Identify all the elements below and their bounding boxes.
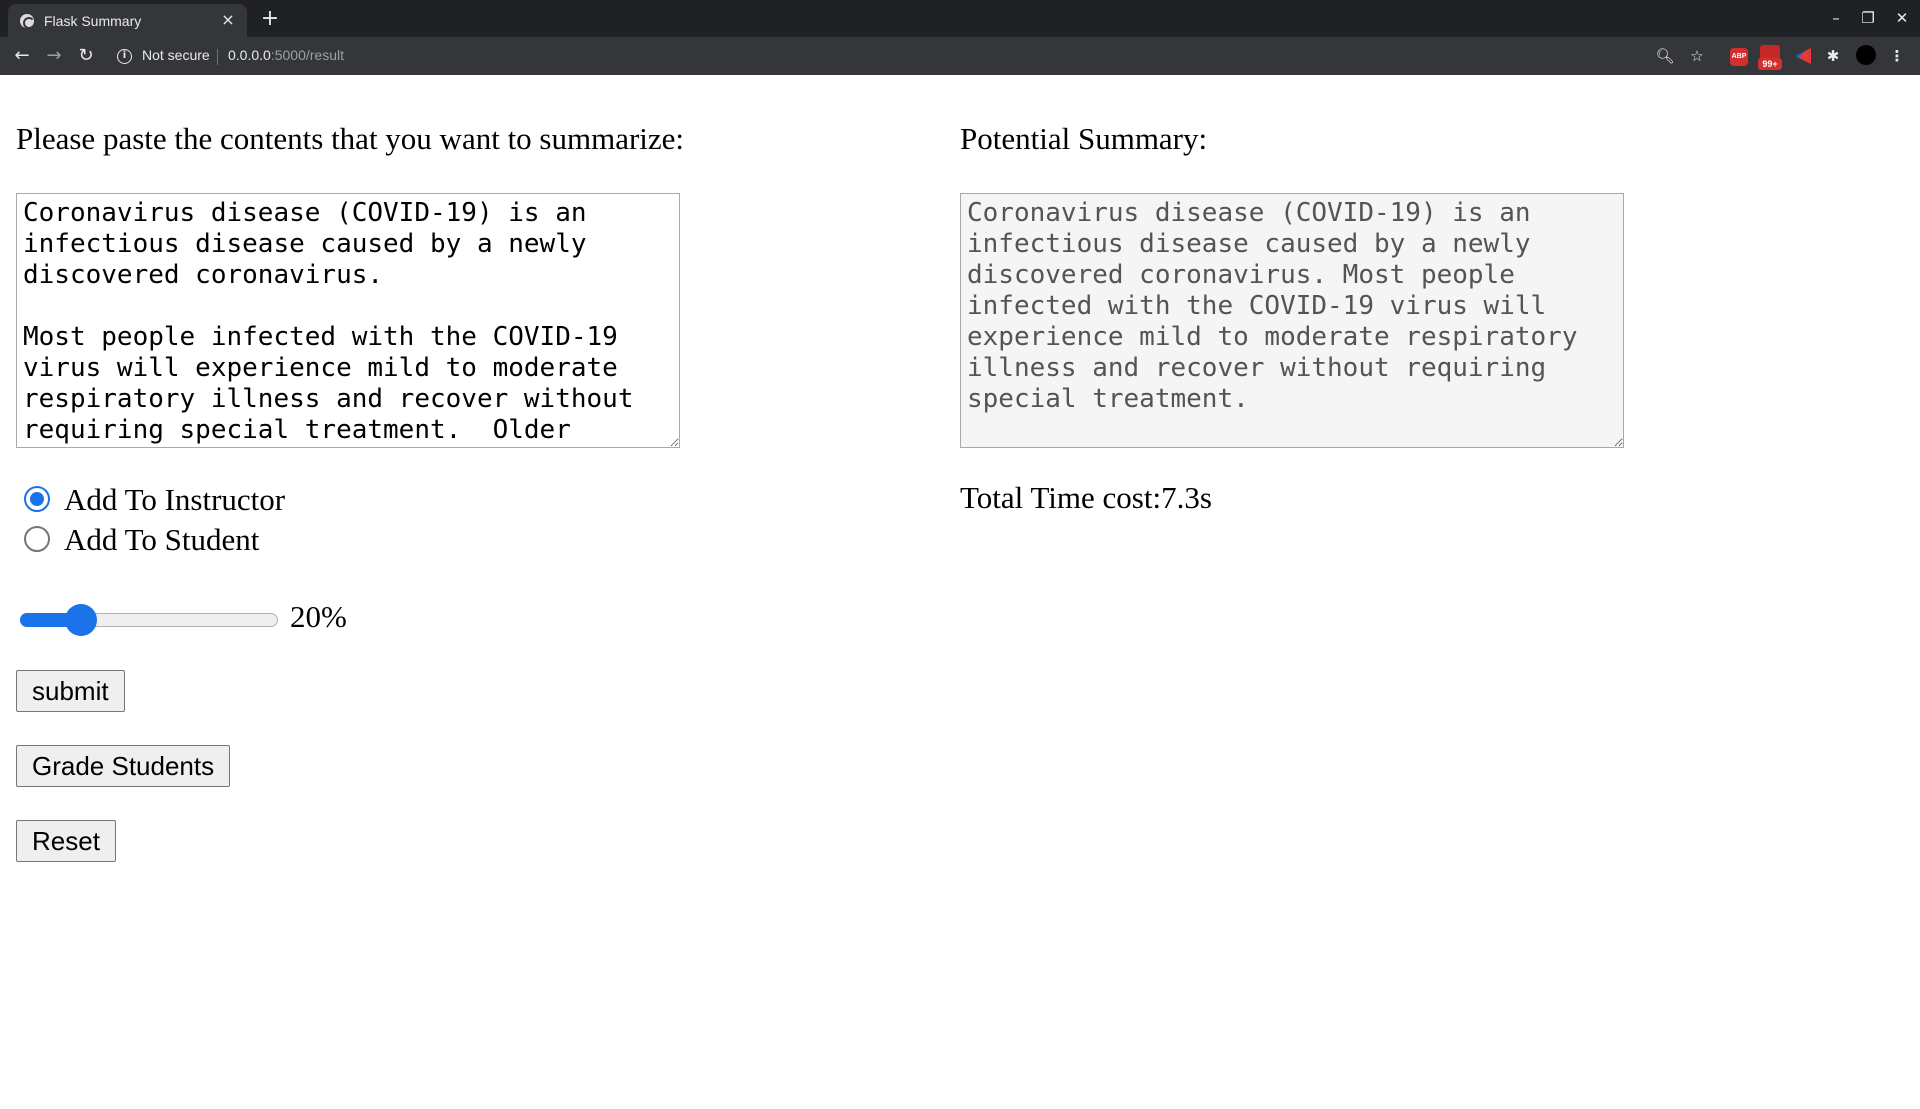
submit-button[interactable]: submit [16,670,125,712]
reload-icon[interactable]: ↻ [74,44,98,68]
reset-button[interactable]: Reset [16,820,116,862]
url-divider [217,49,218,65]
extension-badge: 99+ [1758,58,1782,70]
info-icon[interactable]: i [117,49,132,64]
security-status[interactable]: Not secure [142,47,210,63]
radio-label: Add To Student [64,522,260,557]
profile-avatar[interactable] [1856,45,1876,65]
content-input[interactable] [16,193,680,448]
globe-icon [20,14,35,29]
browser-toolbar: ← → ↻ i Not secure 0.0.0.0:5000/result 🔍… [0,37,1920,75]
radio-button[interactable] [24,486,50,512]
menu-dots-icon[interactable]: ⋮ [1887,46,1907,66]
adblock-extension-icon[interactable]: ABP [1730,48,1748,66]
tab-close-icon[interactable]: × [219,11,237,29]
zoom-icon[interactable]: 🔍︎ [1655,46,1675,66]
page-content: Please paste the contents that you want … [0,75,1920,1109]
input-prompt: Please paste the contents that you want … [16,121,685,156]
address-bar[interactable]: 0.0.0.0:5000/result [228,47,344,63]
url-host: 0.0.0.0 [228,47,271,63]
browser-tab-strip: Flask Summary × + – ❐ ✕ [0,0,1920,37]
grade-students-button[interactable]: Grade Students [16,745,231,787]
radio-label: Add To Instructor [64,482,286,517]
restore-icon[interactable]: ❐ [1858,8,1878,28]
radio-button[interactable] [24,526,50,552]
bookmark-star-icon[interactable]: ☆ [1687,46,1707,66]
browser-tab[interactable]: Flask Summary × [8,4,247,37]
summary-output[interactable] [960,193,1624,448]
slider-value: 20% [290,599,347,634]
summary-title: Potential Summary: [960,121,1208,156]
slider-thumb[interactable] [65,604,98,636]
extensions-puzzle-icon[interactable]: ✱ [1823,46,1843,66]
forward-icon[interactable]: → [42,44,66,68]
time-cost: Total Time cost:7.3s [960,480,1212,515]
url-path: :5000/result [270,47,344,63]
new-tab-button[interactable]: + [258,7,282,31]
summary-length-slider[interactable] [20,604,278,636]
minimize-icon[interactable]: – [1826,8,1846,28]
window-close-icon[interactable]: ✕ [1892,8,1912,28]
tab-title: Flask Summary [44,13,142,29]
back-icon[interactable]: ← [10,44,34,68]
